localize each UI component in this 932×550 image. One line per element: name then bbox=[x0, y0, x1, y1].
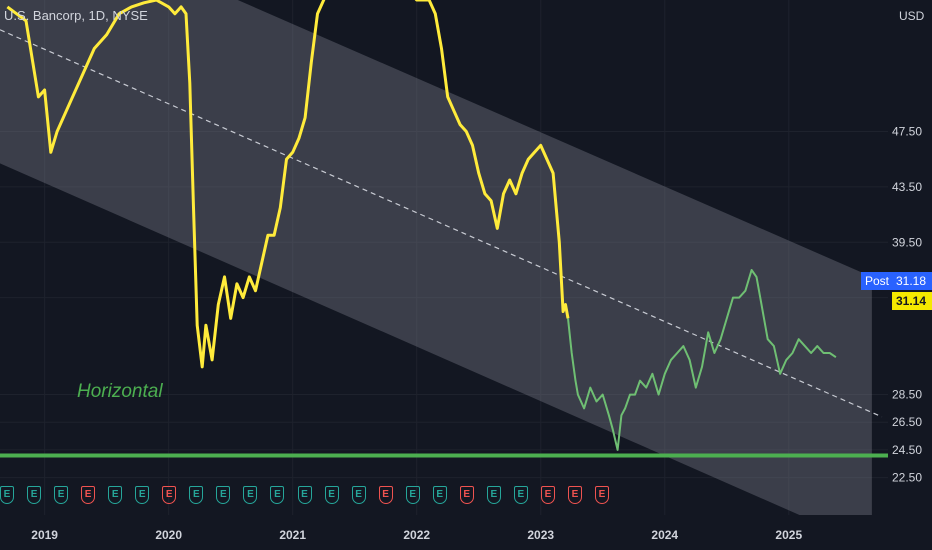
x-tick-label: 2019 bbox=[31, 528, 58, 542]
last-price-tag: 31.14 bbox=[892, 292, 932, 310]
earnings-marker[interactable]: E bbox=[216, 486, 231, 504]
earnings-marker[interactable]: E bbox=[378, 486, 393, 504]
earnings-marker[interactable]: E bbox=[54, 486, 69, 504]
earnings-marker[interactable]: E bbox=[270, 486, 285, 504]
y-tick-label: 26.50 bbox=[892, 415, 922, 429]
earnings-marker[interactable]: E bbox=[540, 486, 555, 504]
earnings-marker[interactable]: E bbox=[27, 486, 42, 504]
y-tick-label: 43.50 bbox=[892, 180, 922, 194]
currency-label: USD bbox=[899, 9, 925, 23]
earnings-marker[interactable]: E bbox=[108, 486, 123, 504]
earnings-marker[interactable]: E bbox=[405, 486, 420, 504]
earnings-marker[interactable]: E bbox=[81, 486, 96, 504]
time-axis[interactable]: 2019 2020 2021 2022 2023 2024 2025 bbox=[0, 515, 932, 550]
x-tick-label: 2025 bbox=[775, 528, 802, 542]
symbol-title: U.S. Bancorp, 1D, NYSE bbox=[4, 8, 148, 23]
earnings-marker[interactable]: E bbox=[351, 486, 366, 504]
earnings-marker[interactable]: E bbox=[595, 486, 609, 504]
x-tick-label: 2023 bbox=[527, 528, 554, 542]
x-tick-label: 2024 bbox=[651, 528, 678, 542]
x-tick-label: 2020 bbox=[155, 528, 182, 542]
earnings-marker[interactable]: E bbox=[0, 486, 14, 504]
earnings-marker[interactable]: E bbox=[324, 486, 339, 504]
x-tick-label: 2021 bbox=[279, 528, 306, 542]
earnings-marker[interactable]: E bbox=[162, 486, 177, 504]
y-tick-label: 39.50 bbox=[892, 235, 922, 249]
earnings-marker[interactable]: E bbox=[297, 486, 312, 504]
earnings-marker[interactable]: E bbox=[135, 486, 150, 504]
y-tick-label: 47.50 bbox=[892, 125, 922, 139]
price-chart[interactable]: 47.5043.5039.5035.5028.5026.5024.5022.50… bbox=[0, 0, 932, 550]
earnings-marker[interactable]: E bbox=[432, 486, 447, 504]
earnings-marker[interactable]: E bbox=[459, 486, 474, 504]
post-market-price: 31.18 bbox=[892, 272, 932, 290]
channel-fill bbox=[0, 0, 872, 547]
y-tick-label: 24.50 bbox=[892, 443, 922, 457]
post-market-label: Post bbox=[861, 272, 892, 290]
earnings-marker[interactable]: E bbox=[513, 486, 528, 504]
x-tick-label: 2022 bbox=[403, 528, 430, 542]
horizontal-line-annotation[interactable]: Horizontal bbox=[77, 381, 163, 403]
y-tick-label: 28.50 bbox=[892, 388, 922, 402]
earnings-marker[interactable]: E bbox=[243, 486, 258, 504]
earnings-marker[interactable]: E bbox=[486, 486, 501, 504]
y-tick-label: 22.50 bbox=[892, 471, 922, 485]
earnings-marker[interactable]: E bbox=[189, 486, 204, 504]
earnings-marker[interactable]: E bbox=[567, 486, 582, 504]
